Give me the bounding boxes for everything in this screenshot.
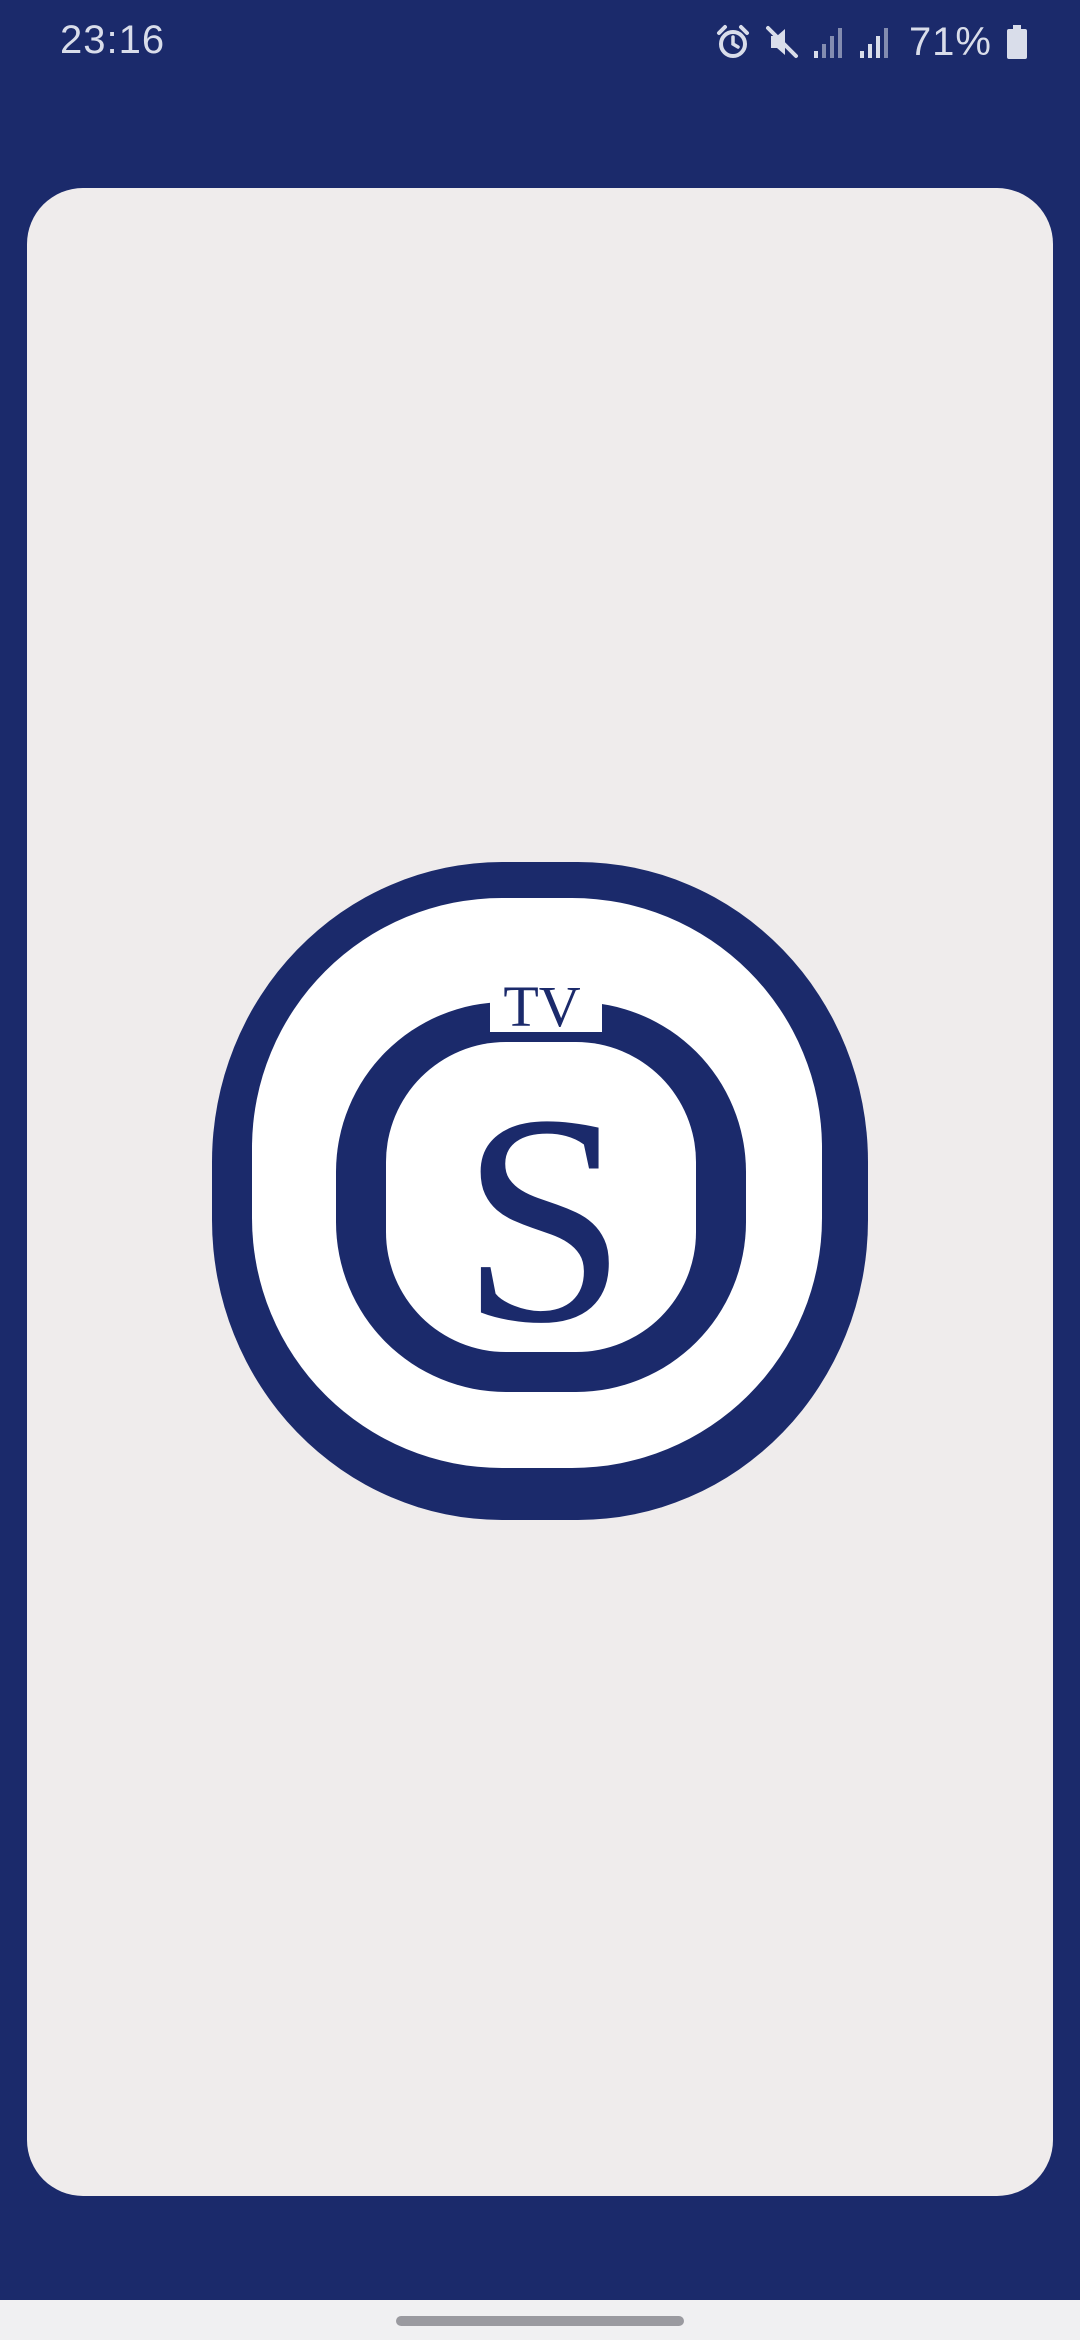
navigation-bar (0, 2300, 1080, 2340)
battery-percentage: 71% (908, 19, 992, 64)
status-time: 23:16 (60, 18, 166, 62)
status-icons: 71% (715, 18, 1028, 66)
status-bar: 23:16 71% (0, 0, 1080, 84)
alarm-icon (715, 24, 751, 60)
battery-icon (1006, 24, 1028, 60)
logo-s-letter: S (461, 1053, 628, 1385)
signal-icon (813, 25, 845, 59)
signal-icon (859, 25, 891, 59)
mute-icon (765, 24, 799, 60)
home-gesture-handle[interactable] (396, 2316, 684, 2326)
logo-tv-text: TV (503, 974, 580, 1039)
app-logo-icon: TV S (212, 862, 868, 1520)
splash-screen: 23:16 71% TV S (0, 0, 1080, 2340)
